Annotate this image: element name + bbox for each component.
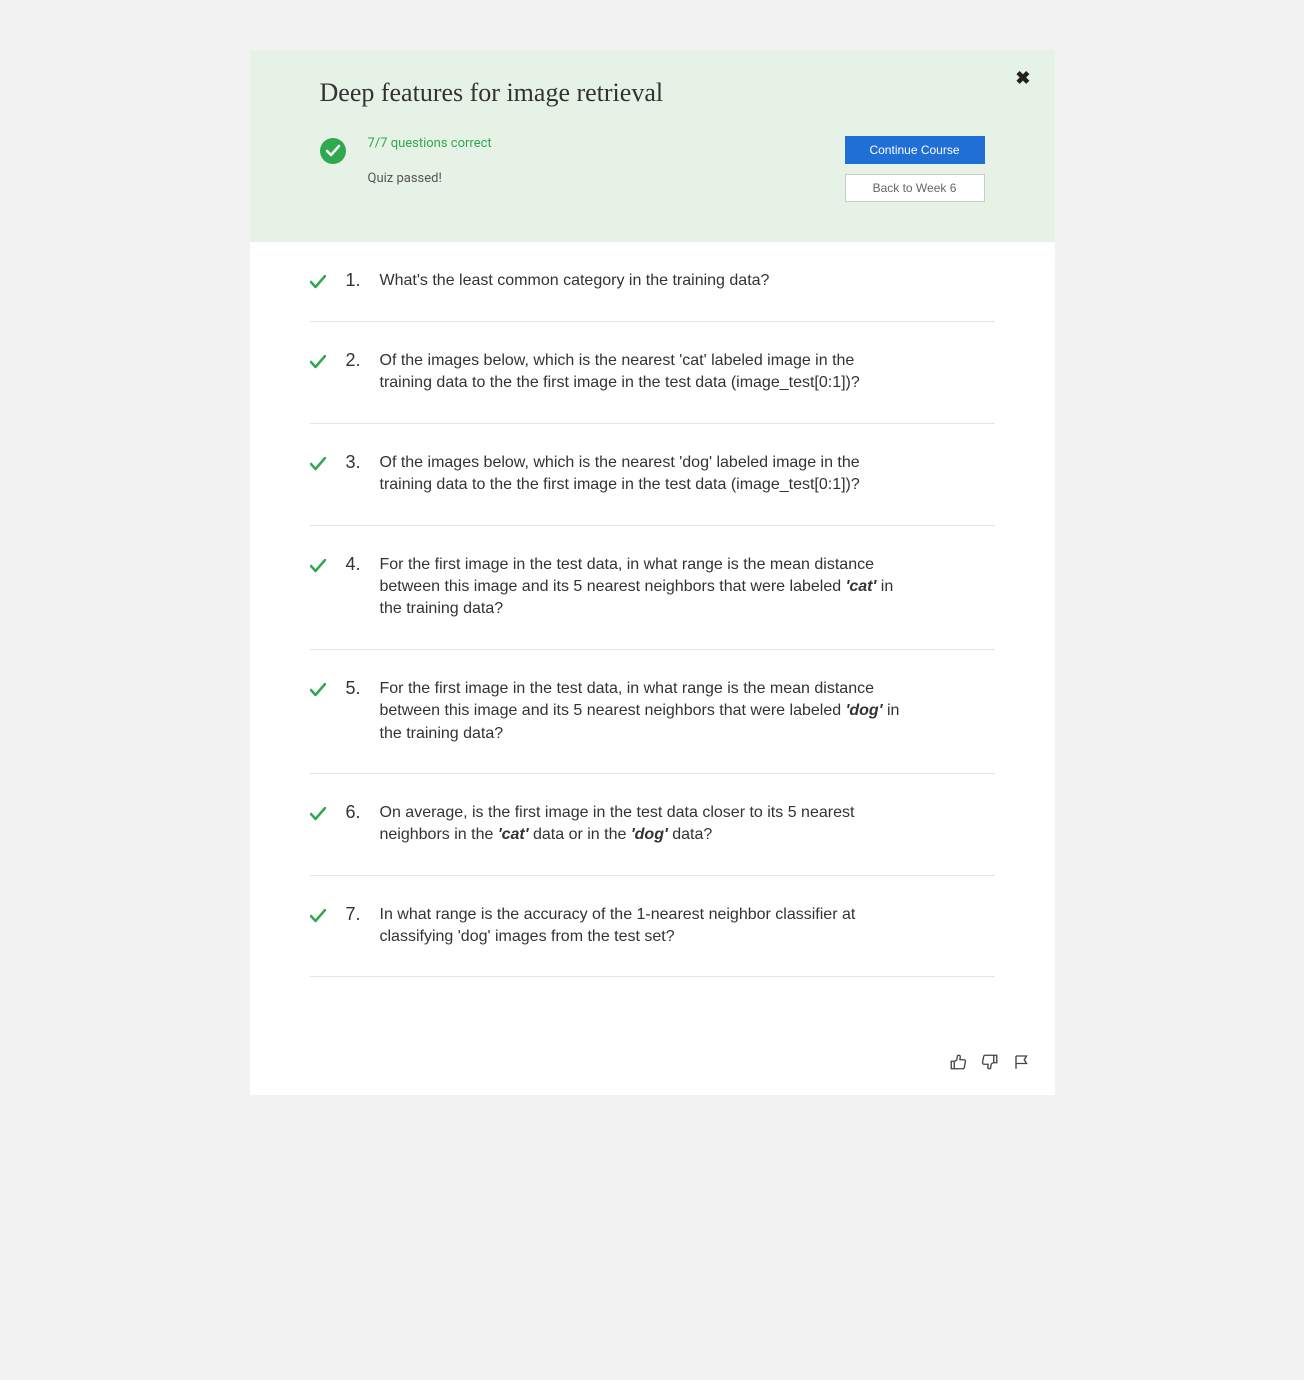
- question-number: 1.: [346, 270, 368, 291]
- question-item[interactable]: 5. For the first image in the test data, …: [310, 650, 995, 774]
- question-number: 6.: [346, 802, 368, 823]
- flag-icon[interactable]: [1013, 1053, 1031, 1071]
- question-text: For the first image in the test data, in…: [380, 554, 910, 621]
- check-icon: [325, 143, 341, 159]
- close-icon[interactable]: ✖: [1015, 68, 1030, 89]
- question-item[interactable]: 1. What's the least common category in th…: [310, 242, 995, 322]
- question-text: On average, is the first image in the te…: [380, 802, 910, 847]
- question-item[interactable]: 6. On average, is the first image in the …: [310, 774, 995, 876]
- question-item[interactable]: 3. Of the images below, which is the near…: [310, 424, 995, 526]
- question-text: What's the least common category in the …: [380, 270, 770, 292]
- question-text: Of the images below, which is the neares…: [380, 350, 910, 395]
- quiz-results-panel: ✖ Deep features for image retrieval 7/7 …: [250, 50, 1055, 1095]
- question-number: 5.: [346, 678, 368, 699]
- thumbs-down-icon[interactable]: [981, 1053, 999, 1071]
- results-header: ✖ Deep features for image retrieval 7/7 …: [250, 50, 1055, 242]
- status-left: 7/7 questions correct Quiz passed!: [320, 136, 492, 186]
- check-icon: [310, 354, 326, 373]
- question-text: In what range is the accuracy of the 1-n…: [380, 904, 910, 949]
- question-item[interactable]: 2. Of the images below, which is the near…: [310, 322, 995, 424]
- check-icon: [310, 682, 326, 701]
- question-number: 2.: [346, 350, 368, 371]
- quiz-title: Deep features for image retrieval: [320, 78, 985, 108]
- status-text: 7/7 questions correct Quiz passed!: [368, 136, 492, 186]
- footer-icons: [250, 1037, 1055, 1095]
- action-buttons: Continue Course Back to Week 6: [845, 136, 985, 202]
- continue-course-button[interactable]: Continue Course: [845, 136, 985, 164]
- status-row: 7/7 questions correct Quiz passed! Conti…: [320, 136, 985, 202]
- check-icon: [310, 806, 326, 825]
- success-badge: [320, 138, 346, 164]
- check-icon: [310, 274, 326, 293]
- question-item[interactable]: 4. For the first image in the test data, …: [310, 526, 995, 650]
- question-item[interactable]: 7. In what range is the accuracy of the 1…: [310, 876, 995, 978]
- score-text: 7/7 questions correct: [368, 136, 492, 151]
- question-text: For the first image in the test data, in…: [380, 678, 910, 745]
- thumbs-up-icon[interactable]: [949, 1053, 967, 1071]
- check-icon: [310, 456, 326, 475]
- question-number: 3.: [346, 452, 368, 473]
- question-number: 4.: [346, 554, 368, 575]
- check-icon: [310, 908, 326, 927]
- questions-list: 1. What's the least common category in th…: [250, 242, 1055, 1037]
- question-text: Of the images below, which is the neares…: [380, 452, 910, 497]
- question-number: 7.: [346, 904, 368, 925]
- back-to-week-button[interactable]: Back to Week 6: [845, 174, 985, 202]
- passed-text: Quiz passed!: [368, 171, 492, 186]
- check-icon: [310, 558, 326, 577]
